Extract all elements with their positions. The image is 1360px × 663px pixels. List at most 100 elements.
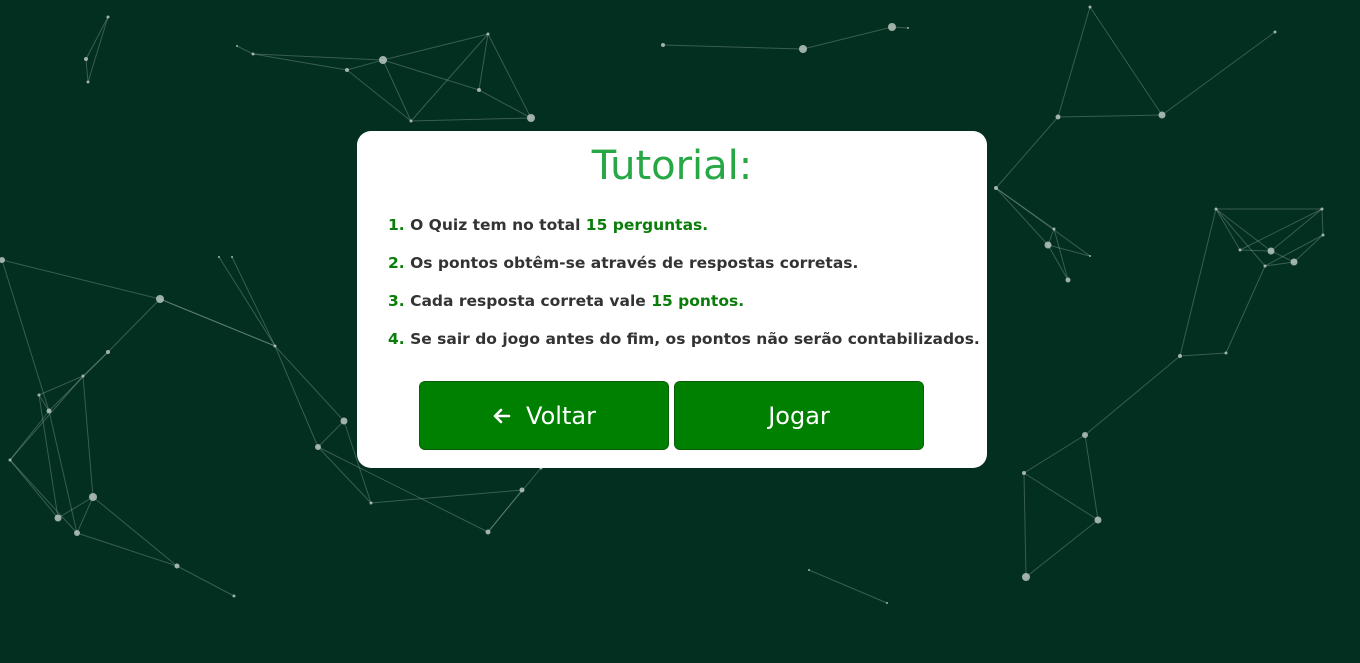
network-link [382, 33, 489, 61]
network-link [382, 59, 480, 91]
tutorial-dialog: Tutorial: 1. O Quiz tem no total 15 perg… [357, 131, 987, 468]
network-node [994, 186, 998, 190]
network-link [382, 59, 412, 122]
rule-highlight: 15 pontos. [651, 292, 745, 310]
network-node [1065, 277, 1071, 283]
network-link [346, 59, 384, 71]
network-link [9, 459, 78, 534]
network-link [1089, 6, 1163, 116]
rule-number: 4. [388, 330, 405, 348]
network-link [1215, 208, 1266, 267]
play-button[interactable]: Jogar [674, 381, 924, 450]
network-link [1084, 355, 1181, 436]
network-node [379, 56, 387, 64]
network-node [907, 27, 909, 29]
network-node [1290, 258, 1298, 266]
network-link [1321, 208, 1324, 236]
network-node [1224, 351, 1228, 355]
network-link [995, 187, 1055, 230]
network-node [54, 514, 62, 522]
rule-item: 3. Cada resposta correta vale 15 pontos. [388, 291, 980, 329]
network-node [273, 344, 277, 348]
network-link [1084, 434, 1099, 521]
network-node [46, 408, 52, 414]
network-node [519, 487, 525, 493]
network-link [662, 44, 804, 50]
network-link [410, 33, 489, 122]
network-link [274, 345, 345, 422]
network-link [370, 489, 523, 504]
rule-text: Cada resposta correta vale [410, 292, 652, 310]
network-node [1022, 573, 1030, 581]
network-link [38, 394, 59, 519]
network-link [1053, 228, 1069, 281]
rule-item: 4. Se sair do jogo antes do fim, os pont… [388, 329, 980, 367]
network-node [1094, 516, 1102, 524]
network-node [81, 374, 85, 378]
network-link [995, 116, 1059, 189]
network-node [1273, 30, 1277, 34]
network-node [369, 501, 373, 505]
network-link [1239, 249, 1272, 252]
back-button[interactable]: Voltar [419, 381, 669, 450]
network-link [274, 345, 319, 448]
network-link [1179, 208, 1217, 357]
network-link [1215, 208, 1241, 251]
network-link [487, 467, 542, 533]
network-node [86, 80, 90, 84]
network-link [159, 298, 276, 347]
network-node [888, 23, 896, 31]
network-link [176, 565, 235, 597]
rules-list: 1. O Quiz tem no total 15 perguntas. 2. … [388, 215, 980, 367]
network-node [89, 493, 97, 501]
network-node [0, 257, 5, 263]
network-node [1263, 264, 1267, 268]
network-node [156, 295, 164, 303]
rule-text: Os pontos obtêm-se através de respostas … [410, 254, 859, 272]
network-node [340, 417, 348, 425]
network-node [1089, 255, 1091, 257]
network-node [1320, 207, 1324, 211]
network-link [107, 298, 161, 353]
network-node [84, 57, 88, 61]
network-node [808, 569, 810, 571]
network-link [995, 187, 1049, 246]
network-link [317, 420, 345, 448]
network-link [82, 375, 94, 498]
network-link [92, 496, 178, 567]
network-link [76, 496, 94, 534]
dialog-title: Tutorial: [591, 143, 753, 189]
network-node [37, 393, 41, 397]
network-link [1023, 472, 1099, 521]
arrow-left-icon [493, 408, 511, 423]
network-node [1044, 241, 1052, 249]
network-node [477, 88, 481, 92]
network-node [106, 15, 110, 19]
network-node [236, 45, 238, 47]
network-link [1, 259, 161, 300]
network-link [1179, 352, 1227, 357]
network-node [218, 256, 220, 258]
rule-number: 1. [388, 216, 405, 234]
network-link [1023, 472, 1027, 578]
network-link [236, 45, 254, 55]
network-node [1022, 471, 1026, 475]
rule-text: O Quiz tem no total [410, 216, 586, 234]
network-node [8, 458, 12, 462]
network-node [1082, 432, 1088, 438]
network-link [1057, 6, 1091, 118]
network-node [1321, 233, 1325, 237]
network-node [486, 32, 490, 36]
network-node [1178, 354, 1182, 358]
network-link [478, 89, 532, 119]
network-link [1047, 244, 1091, 257]
rule-item: 2. Os pontos obtêm-se através de respost… [388, 253, 980, 291]
network-link [1, 259, 50, 412]
network-link [1239, 208, 1323, 251]
network-node [345, 68, 349, 72]
network-link [48, 351, 109, 412]
network-link [76, 532, 178, 567]
rule-highlight: 15 perguntas. [585, 216, 709, 234]
network-node [251, 52, 255, 56]
network-link [85, 58, 89, 83]
